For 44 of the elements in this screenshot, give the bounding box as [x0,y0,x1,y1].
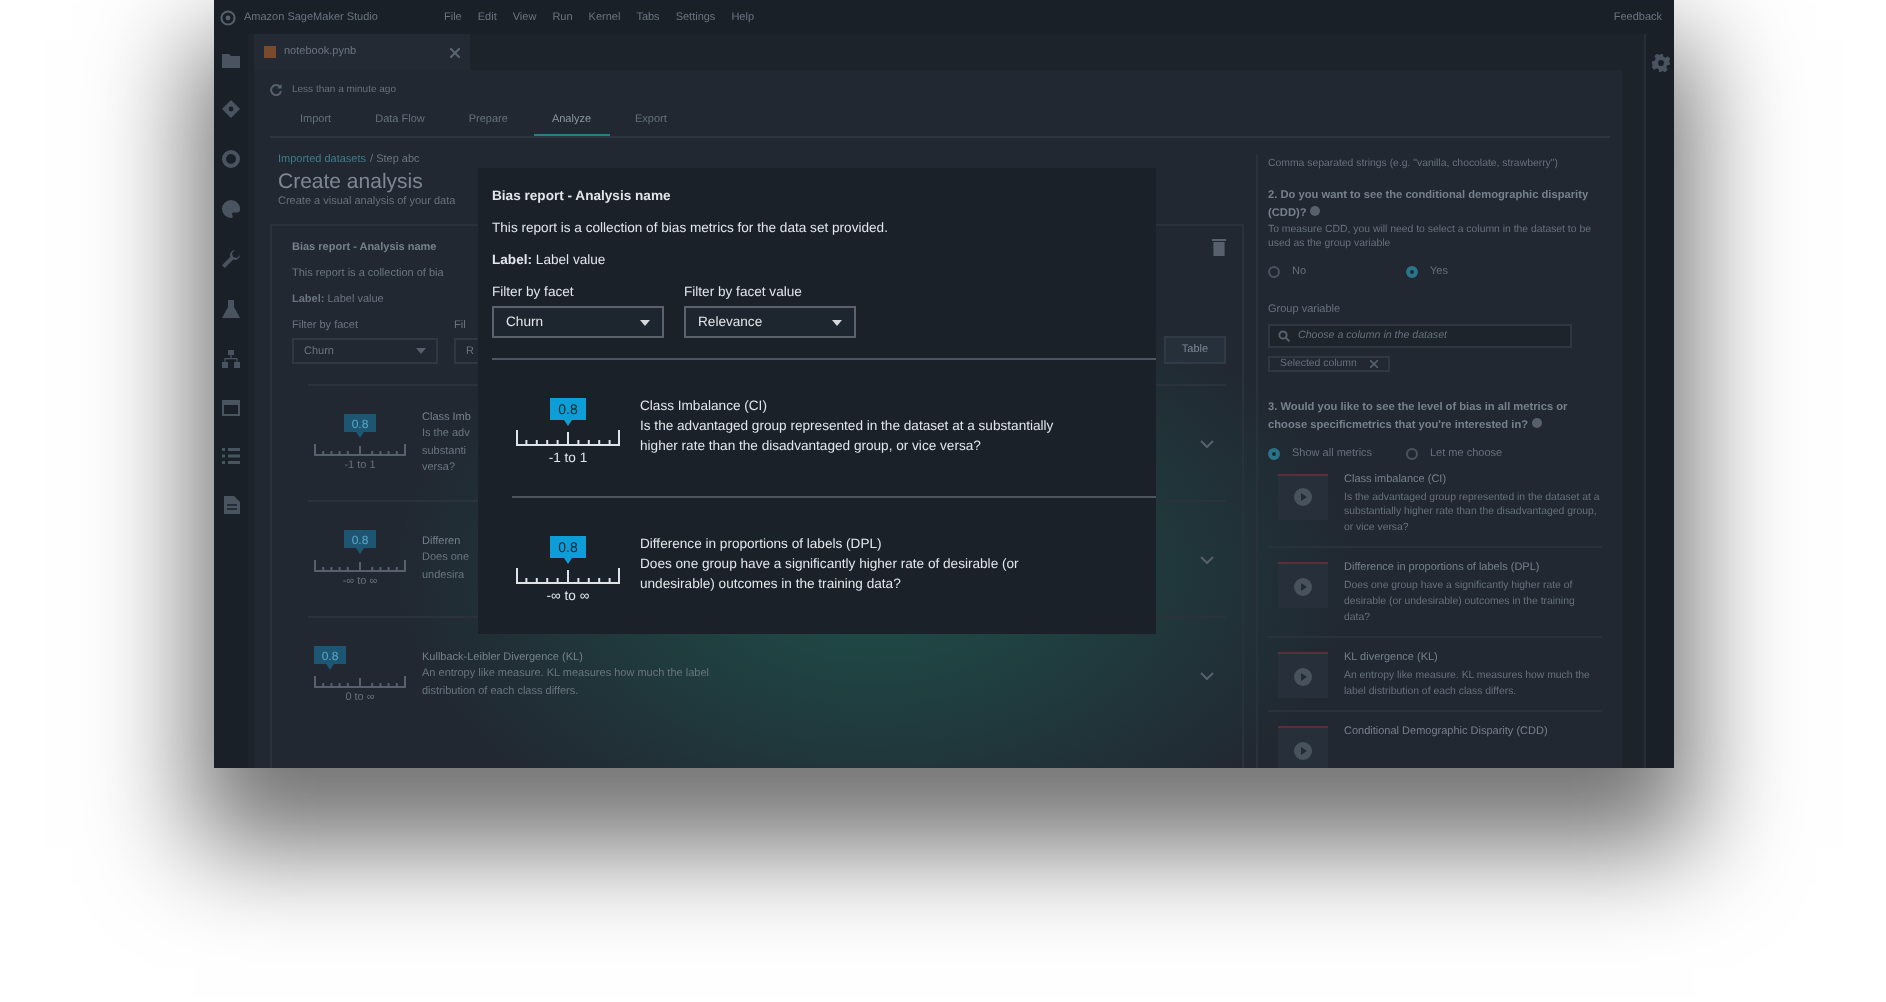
caret-icon [416,348,426,354]
radio-button[interactable] [1406,266,1418,279]
notebook-icon [264,46,276,58]
play-icon [1294,488,1312,507]
caret-icon [832,319,842,325]
flask-icon[interactable] [222,300,240,318]
video-thumbnail[interactable] [1278,562,1328,609]
document-icon[interactable] [223,496,239,514]
logo-icon [220,9,236,25]
scale-drawing [516,428,620,446]
radio-button[interactable] [1406,447,1418,460]
chevron-down-icon[interactable] [1200,439,1214,447]
trash-icon[interactable] [1212,238,1226,256]
play-icon [1294,741,1312,760]
close-icon[interactable] [450,47,460,57]
close-icon[interactable] [1370,360,1378,369]
play-icon [1294,577,1312,596]
refresh-icon[interactable] [270,83,282,95]
network-icon[interactable] [222,350,240,368]
settings-icon[interactable] [1651,54,1669,72]
info-icon[interactable] [1309,205,1320,216]
video-thumbnail[interactable] [1278,726,1328,768]
caret-icon [640,319,650,325]
circle-icon[interactable] [222,150,240,168]
git-icon[interactable] [222,100,240,118]
page-title: Create analysis [278,170,423,194]
list-icon[interactable] [222,448,240,464]
scale-drawing [516,566,620,584]
chevron-down-icon[interactable] [1200,671,1214,679]
video-thumbnail[interactable] [1278,473,1328,520]
palette-icon[interactable] [222,200,240,218]
video-thumbnail[interactable] [1278,652,1328,699]
chevron-down-icon[interactable] [1200,555,1214,563]
scale-drawing [314,558,406,572]
radio-button[interactable] [1268,266,1280,279]
radio-button[interactable] [1268,447,1280,460]
search-icon [1278,330,1290,343]
info-icon[interactable] [1531,418,1542,429]
scale-drawing [314,674,406,688]
window-icon[interactable] [222,400,240,416]
play-icon [1294,667,1312,686]
wrench-icon[interactable] [222,250,240,268]
folder-icon[interactable] [222,52,240,68]
scale-drawing [314,442,406,456]
